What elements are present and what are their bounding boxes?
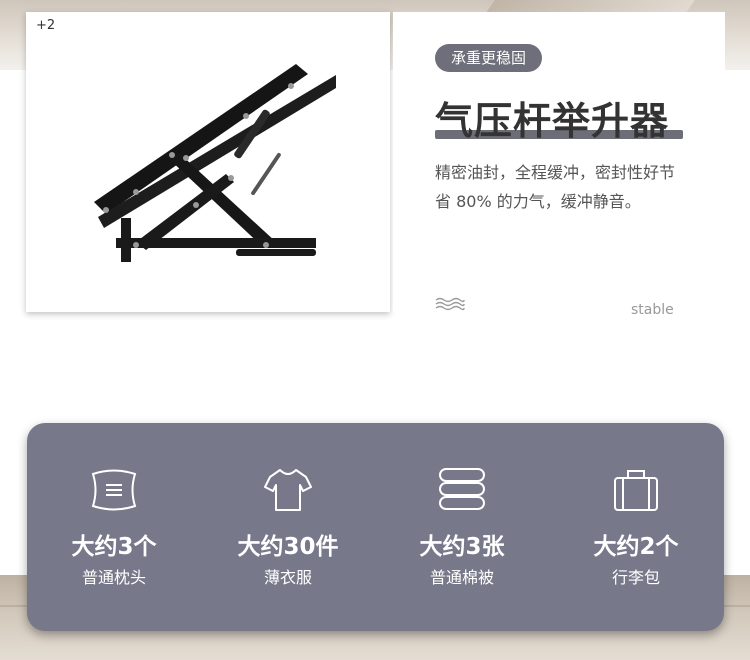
feature-item: 普通枕头 bbox=[81, 568, 146, 587]
feature-luggage: 大约2个 行李包 bbox=[549, 423, 723, 631]
suitcase-icon bbox=[614, 470, 658, 511]
capacity-panel: 大约3个 普通枕头 大约30件 薄衣服 大约3张 普通棉被 大约2个 行李包 bbox=[27, 423, 724, 631]
info-panel: 承重更稳固 气压杆举升器 精密油封，全程缓冲，密封性好节省 80% 的力气，缓冲… bbox=[393, 12, 725, 318]
feature-item: 行李包 bbox=[611, 568, 660, 587]
feature-clothes: 大约30件 薄衣服 bbox=[201, 423, 375, 631]
description: 精密油封，全程缓冲，密封性好节省 80% 的力气，缓冲静音。 bbox=[435, 163, 676, 211]
feature-amount: 大约3个 bbox=[71, 534, 157, 560]
title-block: 气压杆举升器 bbox=[435, 90, 683, 145]
feature-amount: 大约3张 bbox=[419, 534, 505, 560]
feature-pillows: 大约3个 普通枕头 bbox=[27, 423, 201, 631]
stable-label: stable bbox=[631, 302, 674, 318]
page-title: 气压杆举升器 bbox=[435, 99, 670, 143]
quilt-stack-icon bbox=[439, 468, 485, 510]
plus-badge: +2 bbox=[36, 18, 56, 33]
feature-item: 薄衣服 bbox=[263, 568, 312, 587]
feature-quilts: 大约3张 普通棉被 bbox=[375, 423, 549, 631]
product-photo-card: +2 bbox=[26, 12, 390, 312]
tshirt-icon bbox=[264, 469, 312, 511]
tag-pill: 承重更稳固 bbox=[435, 44, 543, 72]
wave-icon bbox=[435, 297, 465, 311]
gas-lift-mechanism-image bbox=[94, 64, 336, 262]
pillow-icon bbox=[91, 469, 137, 511]
feature-amount: 大约30件 bbox=[237, 534, 339, 560]
feature-amount: 大约2个 bbox=[593, 534, 679, 560]
feature-item: 普通棉被 bbox=[429, 568, 494, 587]
